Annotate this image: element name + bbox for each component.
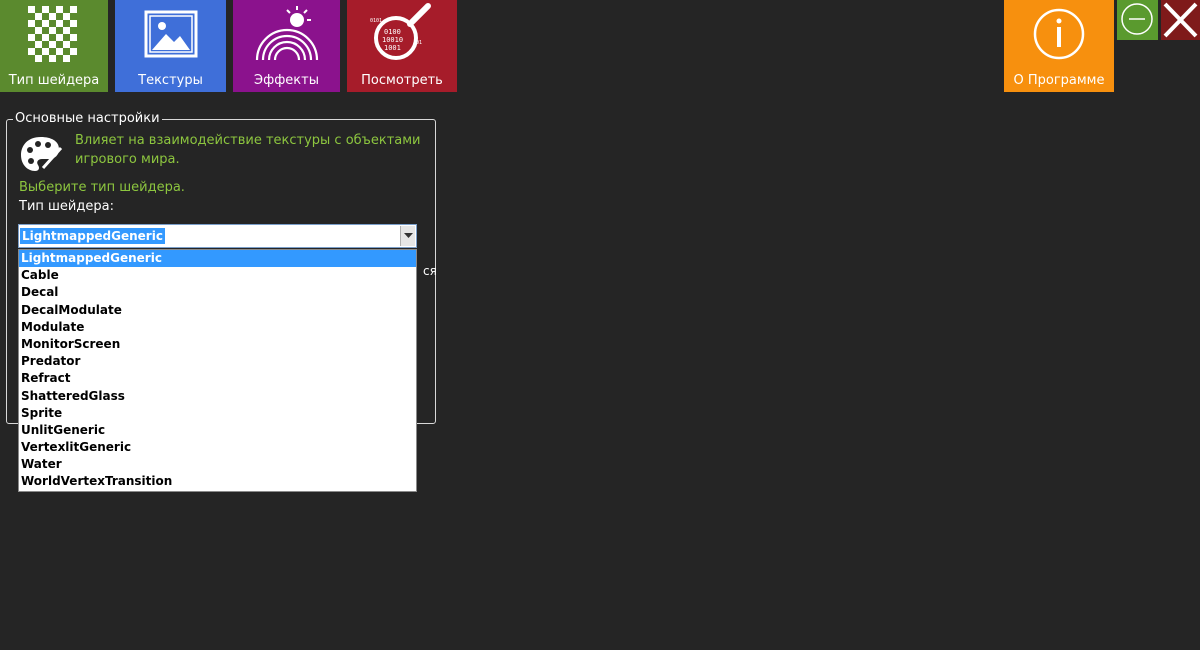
- main-settings-legend: Основные настройки: [13, 111, 162, 127]
- shader-type-select[interactable]: LightmappedGeneric: [18, 224, 417, 248]
- svg-text:1001: 1001: [384, 44, 401, 52]
- dropdown-option[interactable]: Decal: [19, 284, 416, 301]
- dropdown-option[interactable]: Modulate: [19, 319, 416, 336]
- close-button[interactable]: [1161, 0, 1200, 40]
- picture-icon: [140, 2, 202, 68]
- dropdown-option[interactable]: UnlitGeneric: [19, 422, 416, 439]
- tab-textures[interactable]: Текстуры: [115, 0, 226, 92]
- obscured-text: ся: [423, 264, 437, 278]
- shader-type-label: Тип шейдера:: [19, 199, 114, 214]
- tab-view[interactable]: 0100 10010 1001 0101 01 Посмотреть: [347, 0, 457, 92]
- dropdown-option[interactable]: VertexlitGeneric: [19, 439, 416, 456]
- shader-prompt: Выберите тип шейдера.: [19, 180, 185, 195]
- tab-about-label: О Программе: [1013, 73, 1105, 88]
- dropdown-option[interactable]: Refract: [19, 370, 416, 387]
- svg-text:10010: 10010: [382, 36, 403, 44]
- svg-text:0100: 0100: [384, 28, 401, 36]
- dropdown-option[interactable]: ShatteredGlass: [19, 388, 416, 405]
- tab-textures-label: Текстуры: [138, 73, 203, 88]
- dropdown-option[interactable]: WorldVertexTransition: [19, 473, 416, 490]
- dropdown-option[interactable]: Cable: [19, 267, 416, 284]
- close-icon: [1161, 2, 1200, 44]
- svg-text:0101: 0101: [370, 18, 382, 24]
- minus-circle-icon: [1117, 3, 1158, 44]
- dropdown-option[interactable]: Sprite: [19, 405, 416, 422]
- magnifier-binary-icon: 0100 10010 1001 0101 01: [366, 2, 438, 72]
- shader-description: Влияет на взаимодействие текстуры с объе…: [75, 133, 421, 167]
- tab-effects-label: Эффекты: [254, 73, 319, 88]
- minimize-button[interactable]: [1117, 0, 1158, 40]
- shader-type-dropdown-list[interactable]: LightmappedGeneric Cable Decal DecalModu…: [18, 249, 417, 492]
- shader-type-value: LightmappedGeneric: [20, 228, 165, 244]
- tab-about[interactable]: О Программе: [1004, 0, 1114, 92]
- tab-shader-type[interactable]: Тип шейдера: [0, 0, 108, 92]
- tab-view-label: Посмотреть: [361, 73, 443, 88]
- rainbow-sun-icon: [251, 2, 323, 68]
- checkerboard-icon: [24, 2, 84, 68]
- tab-shader-type-label: Тип шейдера: [8, 73, 100, 88]
- chevron-down-icon[interactable]: [400, 226, 415, 246]
- dropdown-option[interactable]: Predator: [19, 353, 416, 370]
- dropdown-option[interactable]: LightmappedGeneric: [19, 250, 416, 268]
- palette-icon: [19, 134, 63, 178]
- dropdown-option[interactable]: DecalModulate: [19, 302, 416, 319]
- svg-text:01: 01: [416, 40, 422, 46]
- tab-effects[interactable]: Эффекты: [233, 0, 340, 92]
- info-icon: [1029, 2, 1089, 68]
- dropdown-option[interactable]: MonitorScreen: [19, 336, 416, 353]
- dropdown-option[interactable]: Water: [19, 456, 416, 473]
